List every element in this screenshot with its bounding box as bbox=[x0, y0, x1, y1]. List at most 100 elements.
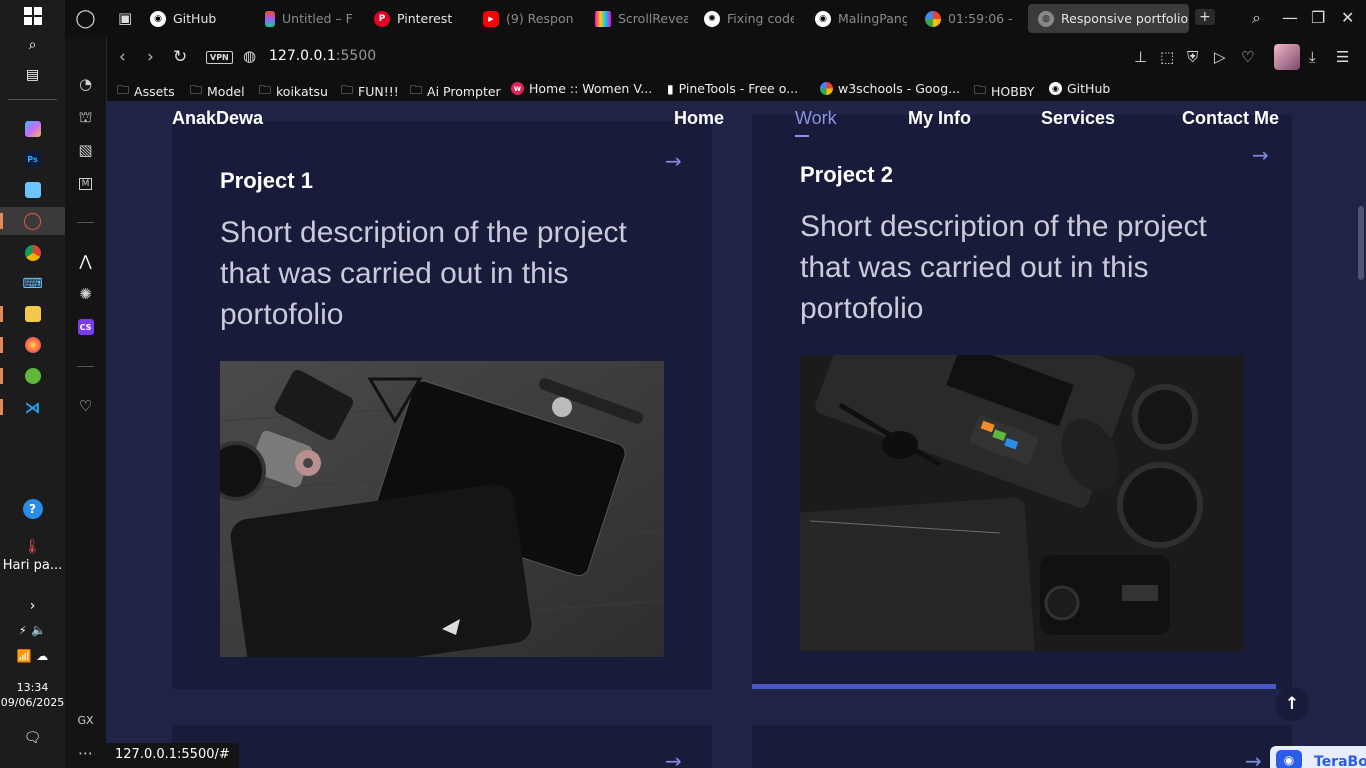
bookmark-model[interactable]: 🗀 Model bbox=[190, 81, 245, 102]
sidebar-gx-label[interactable]: GX bbox=[65, 708, 106, 732]
easy-setup-button[interactable]: ☰ bbox=[1336, 48, 1349, 66]
nav-my-info[interactable]: My Info bbox=[908, 108, 971, 129]
tab-youtube[interactable]: ▶ (9) Respon bbox=[483, 4, 575, 33]
scrollbar-thumb[interactable] bbox=[1358, 206, 1364, 280]
github-icon: ◉ bbox=[150, 10, 166, 27]
sidebar-mail[interactable]: M bbox=[65, 172, 106, 196]
tab-github[interactable]: ◉ GitHub bbox=[150, 4, 260, 33]
taskbar-vscode[interactable]: ⋊ bbox=[0, 393, 65, 421]
weather-widget[interactable]: 🌡 bbox=[0, 533, 65, 561]
tab-figma[interactable]: Untitled – F bbox=[265, 4, 357, 33]
bookmark-fun[interactable]: 🗀 FUN!!! bbox=[341, 81, 399, 102]
profile-avatar[interactable] bbox=[1274, 44, 1300, 70]
bookmark-home-women[interactable]: w Home :: Women V... bbox=[511, 81, 652, 96]
control-icon: ▧ bbox=[78, 141, 93, 159]
project-card-4[interactable]: → bbox=[752, 725, 1292, 768]
bookmark-hobby[interactable]: 🗀 HOBBY bbox=[974, 81, 1034, 102]
nav-work[interactable]: Work bbox=[795, 108, 837, 129]
google-icon bbox=[820, 82, 833, 95]
sidebar-more-button[interactable]: ⋯ bbox=[65, 741, 106, 765]
taskbar-firefox[interactable] bbox=[0, 331, 65, 359]
windows-start-button[interactable] bbox=[0, 2, 65, 30]
bookmark-w3schools[interactable]: w3schools - Goog... bbox=[820, 81, 960, 96]
arrow-right-icon[interactable]: → bbox=[1252, 143, 1269, 167]
search-button[interactable]: ⌕ bbox=[0, 31, 65, 59]
copilot-icon bbox=[24, 121, 41, 137]
sidebar-extension[interactable]: CS bbox=[65, 315, 106, 339]
save-to-pocket-button[interactable]: ⛨ bbox=[1187, 48, 1198, 66]
taskbar-opera-gx[interactable]: ◯ bbox=[0, 207, 65, 235]
vpn-badge[interactable]: VPN bbox=[206, 51, 233, 64]
folder-icon bbox=[24, 306, 41, 322]
maximize-button[interactable]: ❐ bbox=[1311, 8, 1325, 27]
page-icon: ▮ bbox=[667, 81, 674, 96]
nav-services[interactable]: Services bbox=[1041, 108, 1115, 129]
snapshot-region-button[interactable]: ⬚ bbox=[1160, 48, 1174, 66]
tab-label: MalingPang bbox=[838, 11, 907, 26]
taskbar-clock[interactable]: 13:34 09/06/2025 bbox=[0, 680, 65, 710]
tab-responsive-portfolio[interactable]: ◍ Responsive portfolio bbox=[1028, 4, 1189, 33]
volume-icon: 🔈 bbox=[31, 623, 47, 637]
site-info-button[interactable]: ◍ bbox=[243, 47, 256, 65]
url-field[interactable]: 127.0.0.1:5500 bbox=[269, 48, 376, 64]
taskbar-file-explorer[interactable] bbox=[0, 300, 65, 328]
bookmark-koikatsu[interactable]: 🗀 koikatsu bbox=[259, 81, 328, 102]
tab-search-button[interactable]: ⌕ bbox=[1252, 8, 1261, 28]
sidebar-chatgpt[interactable]: ✺ bbox=[65, 282, 106, 306]
project-card-2[interactable]: → Project 2 Short description of the pro… bbox=[752, 115, 1292, 689]
terabox-widget[interactable]: ◉ TeraBo bbox=[1270, 746, 1366, 768]
chatgpt-icon: ✺ bbox=[79, 285, 92, 303]
opera-menu-button[interactable]: ◯ bbox=[65, 0, 106, 37]
bookmark-pinetools[interactable]: ▮ PineTools - Free o... bbox=[667, 81, 798, 96]
sidebar-favorites[interactable]: ♡ bbox=[65, 394, 106, 418]
new-tab-button[interactable]: + bbox=[1195, 9, 1215, 25]
tab-chatgpt[interactable]: ✺ Fixing code bbox=[704, 4, 794, 33]
project-card-3[interactable]: → bbox=[172, 725, 712, 768]
project-title: Project 2 bbox=[800, 162, 893, 187]
tab-scrollreveal[interactable]: ScrollRevea bbox=[595, 4, 688, 33]
github-icon: ◉ bbox=[815, 10, 831, 27]
pin-button[interactable]: ⊥ bbox=[1134, 48, 1147, 66]
taskbar-copilot[interactable] bbox=[0, 115, 65, 143]
page-scrollbar[interactable] bbox=[1356, 101, 1366, 768]
taskbar-help[interactable]: ? bbox=[0, 495, 65, 523]
bookmark-assets[interactable]: 🗀 Assets bbox=[117, 81, 175, 102]
tray-status[interactable]: ⚡ 🔈 bbox=[0, 616, 65, 644]
scroll-to-top-button[interactable]: ↑ bbox=[1275, 687, 1309, 721]
nav-contact-me[interactable]: Contact Me bbox=[1182, 108, 1279, 129]
back-button[interactable]: ‹ bbox=[119, 47, 126, 67]
tab-pinterest[interactable]: P Pinterest bbox=[374, 4, 470, 33]
taskbar-chrome[interactable] bbox=[0, 239, 65, 267]
opera-sidebar: ◔ ⛫ ▧ M ⋀ ✺ CS ♡ GX ⋯ bbox=[65, 0, 106, 768]
send-button[interactable]: ▷ bbox=[1214, 48, 1226, 66]
arrow-right-icon[interactable]: → bbox=[665, 749, 682, 768]
folder-icon: 🗀 bbox=[190, 83, 203, 97]
sidebar-speed-dial[interactable]: ◔ bbox=[65, 72, 106, 96]
snapshot-button[interactable]: ▣ bbox=[118, 9, 132, 27]
tab-github-malingpang[interactable]: ◉ MalingPang bbox=[815, 4, 907, 33]
project-card-1[interactable]: → Project 1 Short description of the pro… bbox=[172, 121, 712, 689]
arrow-right-icon[interactable]: → bbox=[665, 149, 682, 173]
bookmark-heart-button[interactable]: ♡ bbox=[1241, 48, 1254, 66]
taskbar-utorrent[interactable] bbox=[0, 362, 65, 390]
sidebar-gx-control[interactable]: ▧ bbox=[65, 138, 106, 162]
notifications-button[interactable]: 🗨 bbox=[0, 724, 65, 752]
bookmark-ai-prompter[interactable]: 🗀 Ai Prompter bbox=[410, 81, 501, 102]
close-button[interactable]: ✕ bbox=[1341, 8, 1354, 27]
bookmark-github[interactable]: ◉ GitHub bbox=[1049, 81, 1110, 96]
site-logo[interactable]: AnakDewa bbox=[172, 108, 263, 129]
taskbar-keyboard-app[interactable]: ⌨ bbox=[0, 270, 65, 298]
taskbar-photoshop[interactable]: Ps bbox=[0, 145, 65, 173]
tab-google[interactable]: 01:59:06 - G bbox=[925, 4, 1017, 33]
task-view-button[interactable]: ▤ bbox=[0, 61, 65, 89]
downloads-button[interactable]: ⤓ bbox=[1309, 48, 1316, 66]
nav-home[interactable]: Home bbox=[674, 108, 724, 129]
tray-network[interactable]: 📶 ☁ bbox=[0, 642, 65, 670]
reload-button[interactable]: ↻ bbox=[173, 47, 187, 67]
forward-button[interactable]: › bbox=[147, 47, 154, 67]
arrow-right-icon[interactable]: → bbox=[1245, 749, 1262, 768]
sidebar-gx-corner[interactable]: ⛫ bbox=[65, 106, 106, 130]
taskbar-notepad[interactable] bbox=[0, 176, 65, 204]
sidebar-aria[interactable]: ⋀ bbox=[65, 249, 106, 273]
minimize-button[interactable]: — bbox=[1282, 8, 1298, 27]
